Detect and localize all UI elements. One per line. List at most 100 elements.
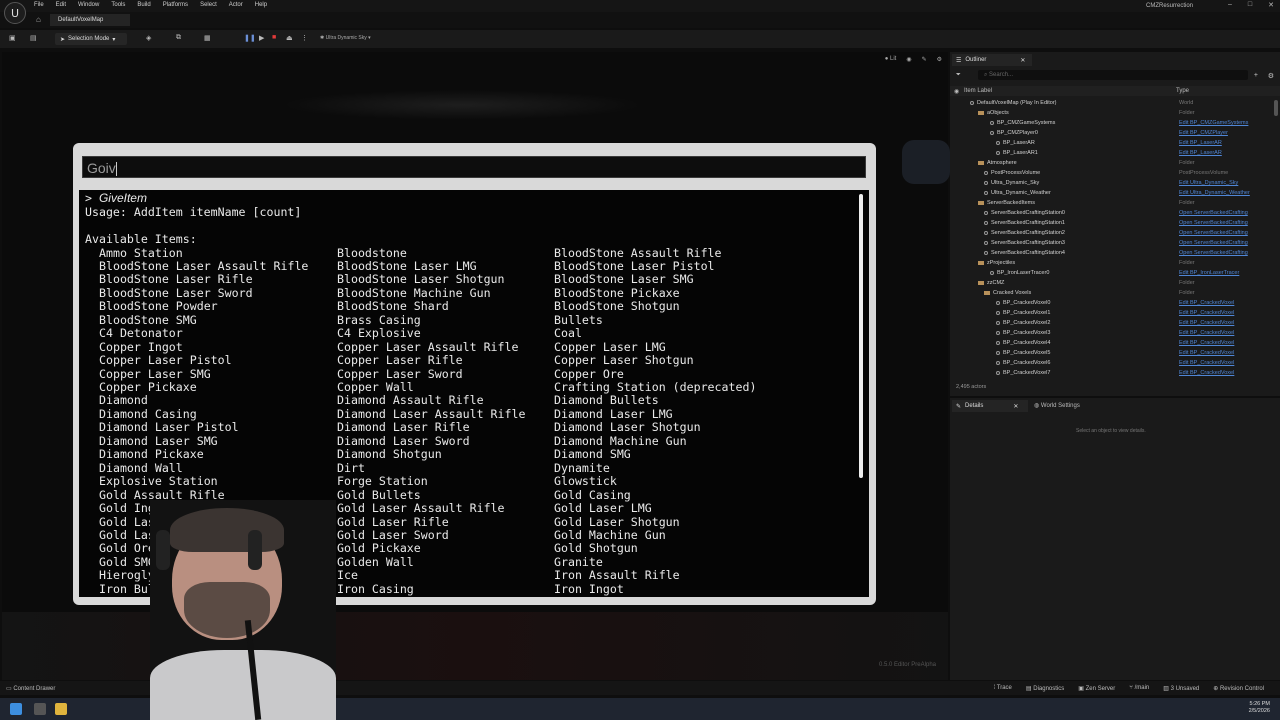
outliner-type-link[interactable]: Open ServerBackedCrafting xyxy=(1179,238,1248,248)
outliner-type-link[interactable]: Edit BP_CrackedVoxel xyxy=(1179,318,1234,328)
menu-actor[interactable]: Actor xyxy=(229,2,243,8)
outliner-type-link[interactable]: Edit BP_IronLaserTracer xyxy=(1179,268,1239,278)
outliner-row[interactable]: BP_CMZPlayer0 Edit BP_CMZPlayer xyxy=(950,128,1280,138)
close-button[interactable]: ✕ xyxy=(1268,1,1274,9)
close-tab-icon[interactable]: ✕ xyxy=(1013,403,1018,410)
outliner-folder-row[interactable]: zProjectiles Folder xyxy=(950,258,1280,268)
outliner-row[interactable]: ServerBackedCraftingStation4 Open ServerB… xyxy=(950,248,1280,258)
platforms-icon[interactable]: ⋮ xyxy=(301,34,308,42)
stop-icon[interactable]: ■ xyxy=(272,34,276,41)
eject-icon[interactable]: ⏏ xyxy=(286,34,293,42)
menu-file[interactable]: File xyxy=(34,2,44,8)
outliner-type-link[interactable]: Edit BP_CrackedVoxel xyxy=(1179,358,1234,368)
outliner-type-link[interactable]: Open ServerBackedCrafting xyxy=(1179,208,1248,218)
outliner-row[interactable]: BP_CrackedVoxel7 Edit BP_CrackedVoxel xyxy=(950,368,1280,378)
menu-help[interactable]: Help xyxy=(255,2,267,8)
outliner-type-link[interactable]: Edit BP_CrackedVoxel xyxy=(1179,298,1234,308)
col-type[interactable]: Type xyxy=(1176,88,1189,94)
settings-icon[interactable]: ⚙ xyxy=(1268,72,1274,80)
search-icon[interactable] xyxy=(34,703,46,715)
menu-edit[interactable]: Edit xyxy=(56,2,66,8)
menu-build[interactable]: Build xyxy=(137,2,150,8)
minimize-button[interactable]: – xyxy=(1228,1,1232,9)
outliner-folder-row[interactable]: zzCMZ Folder xyxy=(950,278,1280,288)
outliner-row[interactable]: ServerBackedCraftingStation1 Open ServerB… xyxy=(950,218,1280,228)
tab-outliner[interactable]: ☰ Outliner ✕ xyxy=(952,54,1032,66)
content-browse-icon[interactable]: ▤ xyxy=(30,34,37,42)
outliner-type-link[interactable]: Edit BP_CrackedVoxel xyxy=(1179,328,1234,338)
outliner-type-link[interactable]: Edit BP_CrackedVoxel xyxy=(1179,348,1234,358)
outliner-type-link[interactable]: Open ServerBackedCrafting xyxy=(1179,218,1248,228)
console-scrollbar[interactable] xyxy=(859,194,863,478)
branch-button[interactable]: ⑂ /main xyxy=(1129,685,1149,692)
zen-server-button[interactable]: ▣ Zen Server xyxy=(1078,685,1115,692)
view-mode-button[interactable]: ● Lit xyxy=(885,56,897,63)
step-icon[interactable]: ▶ xyxy=(259,34,264,42)
console-input[interactable]: Goiv xyxy=(82,156,866,178)
show-icon[interactable]: ◉ xyxy=(906,56,911,63)
add-icon[interactable]: + xyxy=(1254,72,1258,79)
outliner-scrollbar[interactable] xyxy=(1274,100,1278,116)
home-icon[interactable]: ⌂ xyxy=(36,15,41,24)
outliner-folder-row[interactable]: Atmosphere Folder xyxy=(950,158,1280,168)
outliner-row[interactable]: BP_CrackedVoxel5 Edit BP_CrackedVoxel xyxy=(950,348,1280,358)
outliner-row[interactable]: BP_CrackedVoxel0 Edit BP_CrackedVoxel xyxy=(950,298,1280,308)
outliner-type-link[interactable]: Edit Ultra_Dynamic_Sky xyxy=(1179,178,1238,188)
add-actor-icon[interactable]: ◈ xyxy=(146,34,151,42)
filter-icon[interactable]: ⏷ xyxy=(956,72,961,79)
pause-icon[interactable]: ❚❚ xyxy=(244,34,256,42)
outliner-row[interactable]: BP_CrackedVoxel6 Edit BP_CrackedVoxel xyxy=(950,358,1280,368)
outliner-type-link[interactable]: Edit BP_LaserAR xyxy=(1179,138,1222,148)
file-explorer-icon[interactable] xyxy=(55,703,67,715)
blueprint-icon[interactable]: ⧉ xyxy=(176,34,181,42)
outliner-row[interactable]: PostProcessVolume PostProcessVolume xyxy=(950,168,1280,178)
snap-icon[interactable]: ✎ xyxy=(922,56,927,63)
close-tab-icon[interactable]: ✕ xyxy=(1020,57,1025,64)
maximize-button[interactable]: □ xyxy=(1248,1,1252,9)
outliner-row[interactable]: DefaultVoxelMap (Play In Editor) World xyxy=(950,98,1280,108)
start-icon[interactable] xyxy=(10,703,22,715)
outliner-row[interactable]: BP_CrackedVoxel3 Edit BP_CrackedVoxel xyxy=(950,328,1280,338)
outliner-folder-row[interactable]: aObjects Folder xyxy=(950,108,1280,118)
revision-control-button[interactable]: ⊕ Revision Control xyxy=(1213,685,1264,692)
trace-button[interactable]: ⁞ Trace xyxy=(994,685,1012,692)
outliner-type-link[interactable]: Edit BP_LaserAR xyxy=(1179,148,1222,158)
outliner-folder-row[interactable]: ServerBackedItems Folder xyxy=(950,198,1280,208)
outliner-type-link[interactable]: Edit Ultra_Dynamic_Weather xyxy=(1179,188,1250,198)
col-item-label[interactable]: Item Label xyxy=(964,88,992,94)
outliner-row[interactable]: BP_CMZGameSystems Edit BP_CMZGameSystems xyxy=(950,118,1280,128)
outliner-type-link[interactable]: Edit BP_CrackedVoxel xyxy=(1179,338,1234,348)
outliner-row[interactable]: ServerBackedCraftingStation0 Open ServerB… xyxy=(950,208,1280,218)
outliner-type-link[interactable]: Open ServerBackedCrafting xyxy=(1179,248,1248,258)
diagnostics-button[interactable]: ▤ Diagnostics xyxy=(1026,685,1064,692)
outliner-row[interactable]: Ultra_Dynamic_Sky Edit Ultra_Dynamic_Sky xyxy=(950,178,1280,188)
outliner-folder-row[interactable]: Cracked Voxels Folder xyxy=(950,288,1280,298)
tab-details[interactable]: ✎ Details ✕ xyxy=(952,400,1028,412)
selection-mode-dropdown[interactable]: ➤ Selection Mode ▾ xyxy=(55,33,127,45)
outliner-row[interactable]: ServerBackedCraftingStation3 Open ServerB… xyxy=(950,238,1280,248)
clock[interactable]: 5:26 PM 2/5/2026 xyxy=(1249,701,1270,715)
outliner-type-link[interactable]: Edit BP_CMZGameSystems xyxy=(1179,118,1248,128)
menu-window[interactable]: Window xyxy=(78,2,99,8)
visibility-icon[interactable]: ◉ xyxy=(954,88,959,95)
outliner-row[interactable]: BP_CrackedVoxel1 Edit BP_CrackedVoxel xyxy=(950,308,1280,318)
outliner-row[interactable]: BP_CrackedVoxel2 Edit BP_CrackedVoxel xyxy=(950,318,1280,328)
outliner-row[interactable]: ServerBackedCraftingStation2 Open ServerB… xyxy=(950,228,1280,238)
sky-label[interactable]: ✱ Ultra Dynamic Sky ▾ xyxy=(320,35,371,41)
outliner-type-link[interactable]: Open ServerBackedCrafting xyxy=(1179,228,1248,238)
content-drawer-button[interactable]: ▭ Content Drawer xyxy=(6,685,55,692)
save-icon[interactable]: ▣ xyxy=(9,34,16,42)
menu-select[interactable]: Select xyxy=(200,2,217,8)
outliner-row[interactable]: BP_CrackedVoxel4 Edit BP_CrackedVoxel xyxy=(950,338,1280,348)
cinematics-icon[interactable]: ▦ xyxy=(204,34,211,42)
outliner-row[interactable]: BP_LaserAR Edit BP_LaserAR xyxy=(950,138,1280,148)
outliner-row[interactable]: BP_LaserAR1 Edit BP_LaserAR xyxy=(950,148,1280,158)
unreal-logo-icon[interactable]: U xyxy=(4,2,26,24)
tab-world-settings[interactable]: ◍ World Settings xyxy=(1034,402,1080,409)
outliner-type-link[interactable]: Edit BP_CrackedVoxel xyxy=(1179,368,1234,378)
outliner-row[interactable]: Ultra_Dynamic_Weather Edit Ultra_Dynamic_… xyxy=(950,188,1280,198)
outliner-row[interactable]: BP_IronLaserTracer0 Edit BP_IronLaserTrac… xyxy=(950,268,1280,278)
unsaved-button[interactable]: ▥ 3 Unsaved xyxy=(1163,685,1199,692)
outliner-type-link[interactable]: Edit BP_CrackedVoxel xyxy=(1179,308,1234,318)
tab-default-voxel-map[interactable]: DefaultVoxelMap xyxy=(50,14,130,26)
